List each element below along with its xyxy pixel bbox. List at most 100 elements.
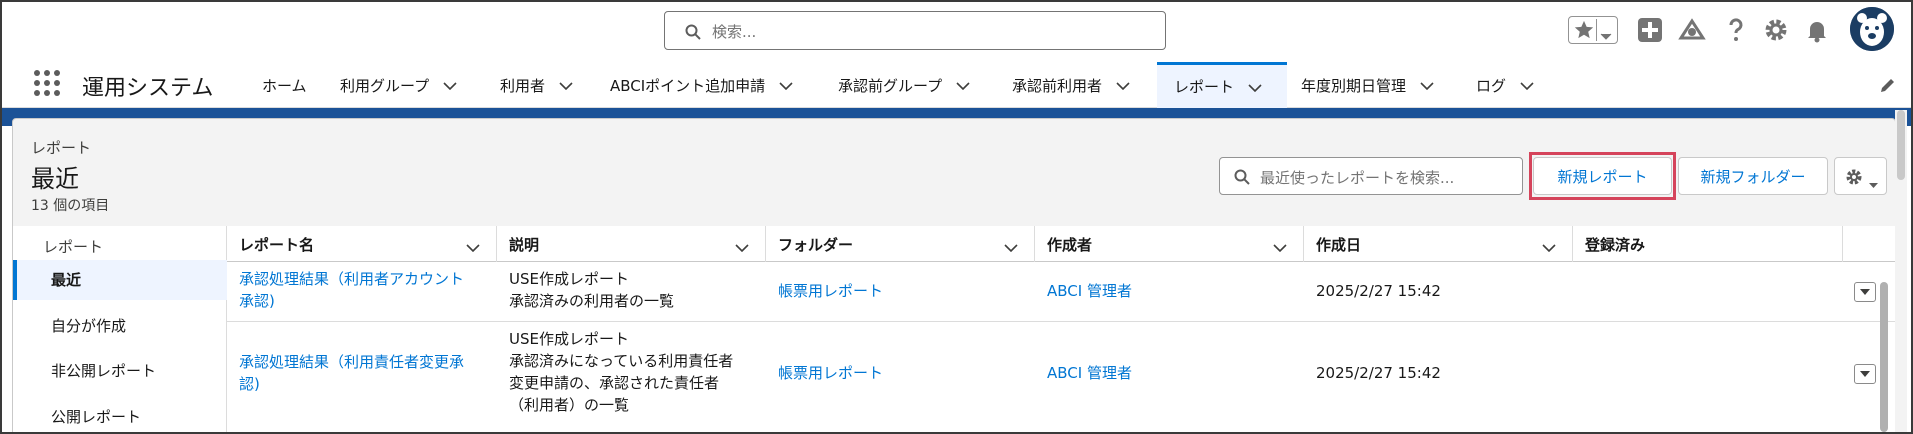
reports-table: レポート名 説明 フォルダー 作成者 作成日 登録済み 承認処理結果（利用者アカ… xyxy=(227,226,1896,432)
chevron-down-icon xyxy=(1860,289,1870,295)
folder-link[interactable]: 帳票用レポート xyxy=(778,280,883,302)
description-line: （利用者）の一覧 xyxy=(509,396,630,414)
chevron-down-icon[interactable] xyxy=(1248,78,1262,96)
nav-item-logs[interactable]: ログ xyxy=(1476,62,1534,108)
created-date-cell: 2025/2/27 15:42 xyxy=(1316,364,1441,382)
chevron-down-icon xyxy=(1869,174,1878,193)
table-header: レポート名 説明 フォルダー 作成者 作成日 登録済み xyxy=(227,226,1896,262)
created-date-cell: 2025/2/27 15:42 xyxy=(1316,282,1441,300)
nav-item-label: 年度別期日管理 xyxy=(1301,76,1407,95)
chevron-down-icon[interactable] xyxy=(1420,76,1434,94)
setup-gear-icon[interactable] xyxy=(1762,16,1790,44)
nav-item-home[interactable]: ホーム xyxy=(262,62,307,108)
sidebar-item-public-reports[interactable]: 公開レポート xyxy=(51,406,141,427)
report-name-line: 認) xyxy=(239,375,260,393)
column-label: 説明 xyxy=(509,235,540,254)
created-by-link[interactable]: ABCI 管理者 xyxy=(1047,362,1132,384)
chevron-down-icon[interactable] xyxy=(466,238,480,256)
chevron-down-icon[interactable] xyxy=(1004,238,1018,256)
report-name-line: 承認) xyxy=(239,292,275,310)
nav-item-user-groups[interactable]: 利用グループ xyxy=(340,62,457,108)
report-name-link[interactable]: 承認処理結果（利用者アカウント 承認) xyxy=(239,268,464,312)
description-line: USE作成レポート xyxy=(509,270,629,288)
page-scrollbar[interactable] xyxy=(1895,110,1907,432)
nav-item-label: 利用者 xyxy=(500,76,546,95)
sidebar-item-recent[interactable]: 最近 xyxy=(51,269,81,290)
nav-item-fiscal-deadlines[interactable]: 年度別期日管理 xyxy=(1301,62,1434,108)
sidebar-item-created-by-me[interactable]: 自分が作成 xyxy=(51,315,126,336)
sidebar-selected-indicator xyxy=(13,260,227,300)
nav-item-pending-users[interactable]: 承認前利用者 xyxy=(1012,62,1130,108)
chevron-down-icon[interactable] xyxy=(779,76,793,94)
description-line: 承認済みの利用者の一覧 xyxy=(509,292,675,310)
nav-item-label: ホーム xyxy=(262,76,307,95)
breadcrumb: レポート xyxy=(31,139,92,157)
report-search-input[interactable]: 最近使ったレポートを検索... xyxy=(1219,157,1523,195)
created-by-link[interactable]: ABCI 管理者 xyxy=(1047,280,1132,302)
row-actions-button[interactable] xyxy=(1854,282,1876,302)
favorites-star-icon xyxy=(1573,19,1597,41)
row-actions-button[interactable] xyxy=(1854,364,1876,384)
chevron-down-icon[interactable] xyxy=(1273,238,1287,256)
chevron-down-icon[interactable] xyxy=(443,76,457,94)
new-folder-button[interactable]: 新規フォルダー xyxy=(1678,157,1828,195)
nav-item-pending-groups[interactable]: 承認前グループ xyxy=(838,62,970,108)
nav-item-label: ABCIポイント追加申請 xyxy=(610,76,766,95)
chevron-down-icon[interactable] xyxy=(1542,238,1556,256)
column-label: 作成日 xyxy=(1316,235,1362,254)
global-search-input[interactable]: 検索... xyxy=(664,11,1166,50)
help-icon[interactable] xyxy=(1722,16,1750,44)
nav-item-label: ログ xyxy=(1476,76,1507,95)
search-icon xyxy=(685,24,701,44)
scrollbar-thumb[interactable] xyxy=(1897,110,1905,180)
search-placeholder: 検索... xyxy=(712,23,757,41)
description-line: 承認済みになっている利用責任者 xyxy=(509,352,734,370)
user-avatar[interactable] xyxy=(1850,7,1894,51)
column-header-folder[interactable]: フォルダー xyxy=(766,226,1035,262)
scrollbar-thumb[interactable] xyxy=(1880,282,1888,432)
column-header-description[interactable]: 説明 xyxy=(497,226,766,262)
nav-item-label: 承認前グループ xyxy=(838,76,943,95)
app-launcher-icon[interactable] xyxy=(34,70,60,96)
search-placeholder: 最近使ったレポートを検索... xyxy=(1260,169,1455,187)
sidebar-item-private-reports[interactable]: 非公開レポート xyxy=(51,360,156,381)
add-icon[interactable] xyxy=(1636,16,1664,44)
nav-item-abci-point-request[interactable]: ABCIポイント追加申請 xyxy=(610,62,793,108)
chevron-down-icon[interactable] xyxy=(559,76,573,94)
chevron-down-icon[interactable] xyxy=(1116,76,1130,94)
report-folders-sidebar: レポート 最近 自分が作成 非公開レポート 公開レポート xyxy=(13,226,227,432)
table-scrollbar[interactable] xyxy=(1879,282,1889,432)
notifications-bell-icon[interactable] xyxy=(1803,16,1831,44)
favorites-button[interactable] xyxy=(1568,16,1618,44)
report-name-link[interactable]: 承認処理結果（利用責任者変更承 認) xyxy=(239,351,464,395)
nav-item-reports[interactable]: レポート xyxy=(1157,62,1287,108)
column-header-subscribed[interactable]: 登録済み xyxy=(1573,226,1843,262)
description-line: USE作成レポート xyxy=(509,330,629,348)
table-row: 承認処理結果（利用責任者変更承 認) USE作成レポート 承認済みになっている利… xyxy=(227,322,1896,432)
trailhead-icon[interactable] xyxy=(1678,16,1706,44)
nav-item-users[interactable]: 利用者 xyxy=(500,62,573,108)
app-name: 運用システム xyxy=(82,76,214,101)
edit-nav-pencil-icon[interactable] xyxy=(1879,76,1897,98)
chevron-down-icon[interactable] xyxy=(1520,76,1534,94)
description-cell: USE作成レポート 承認済みになっている利用責任者 変更申請の、承認された責任者… xyxy=(509,328,733,416)
chevron-down-icon[interactable] xyxy=(735,238,749,256)
report-name-line: 承認処理結果（利用責任者変更承 xyxy=(239,353,465,371)
nav-item-label: レポート xyxy=(1174,78,1235,96)
list-settings-button[interactable] xyxy=(1834,157,1887,195)
column-header-created-date[interactable]: 作成日 xyxy=(1304,226,1573,262)
folder-link[interactable]: 帳票用レポート xyxy=(778,362,883,384)
table-row: 承認処理結果（利用者アカウント 承認) USE作成レポート 承認済みの利用者の一… xyxy=(227,262,1896,322)
page-title: 最近 xyxy=(31,165,79,193)
report-name-line: 承認処理結果（利用者アカウント xyxy=(239,270,465,288)
highlight-box xyxy=(1529,152,1676,200)
nav-item-label: 利用グループ xyxy=(340,76,430,95)
column-header-report-name[interactable]: レポート名 xyxy=(227,226,497,262)
app-window: 検索... 運用システム ホーム 利用グループ 利用者 ABCIポイント追加申請… xyxy=(0,0,1913,434)
chevron-down-icon[interactable] xyxy=(1600,26,1612,45)
column-label: 作成者 xyxy=(1047,235,1093,254)
chevron-down-icon xyxy=(1860,371,1870,377)
column-header-created-by[interactable]: 作成者 xyxy=(1035,226,1304,262)
description-cell: USE作成レポート 承認済みの利用者の一覧 xyxy=(509,268,674,312)
chevron-down-icon[interactable] xyxy=(956,76,970,94)
